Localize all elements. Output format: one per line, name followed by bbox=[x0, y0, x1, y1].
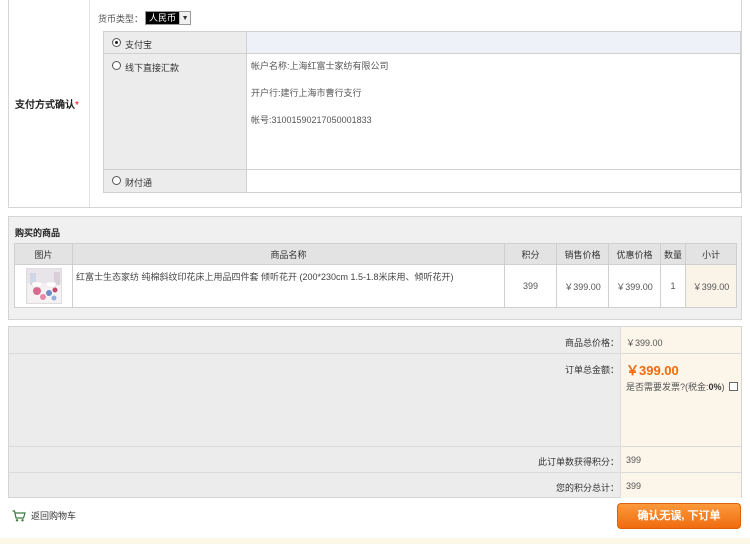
product-name[interactable]: 红富士生态家纺 纯棉斜纹印花床上用品四件套 倾听花开 (200*230cm 1.… bbox=[72, 264, 505, 308]
col-header-image: 图片 bbox=[14, 243, 73, 265]
earned-points-row: 此订单数获得积分： 399 bbox=[9, 447, 741, 473]
payment-option-cell: 支付宝 bbox=[104, 32, 247, 53]
order-total-row: 订单总金额： ￥399.00 是否需要发票?(税金: 0%) bbox=[9, 354, 741, 447]
payment-method-body: 货币类型： 人民币 ▼ 支付宝 线下直接汇款 帐户名称:上海红富士家纺有限公司 … bbox=[89, 0, 741, 207]
currency-select[interactable]: 人民币 ▼ bbox=[145, 11, 192, 25]
goods-table: 图片 商品名称 积分 销售价格 优惠价格 数量 小计 红富士生态家纺 纯棉斜纹印… bbox=[14, 243, 737, 308]
order-totals-section: 商品总价格： ￥399.00 订单总金额： ￥399.00 是否需要发票?(税金… bbox=[8, 326, 742, 498]
payment-option-cell: 财付通 bbox=[104, 170, 247, 192]
currency-label: 货币类型： bbox=[98, 13, 144, 24]
radio-tenpay[interactable] bbox=[112, 176, 121, 185]
order-total-value: ￥399.00 bbox=[626, 363, 679, 378]
table-row: 红富士生态家纺 纯棉斜纹印花床上用品四件套 倾听花开 (200*230cm 1.… bbox=[14, 264, 737, 308]
invoice-label-end: ) bbox=[721, 381, 725, 392]
required-mark: * bbox=[75, 100, 79, 111]
order-total-label: 订单总金额： bbox=[564, 365, 619, 375]
bank-account-number: 帐号:31001590217050001833 bbox=[251, 115, 372, 125]
radio-alipay[interactable] bbox=[112, 38, 121, 47]
earned-points-cell: 399 bbox=[620, 447, 741, 472]
invoice-option: 是否需要发票?(税金: 0%) bbox=[626, 380, 738, 393]
chevron-down-icon: ▼ bbox=[179, 12, 191, 24]
currency-value: 人民币 bbox=[146, 12, 180, 24]
product-points: 399 bbox=[504, 264, 557, 308]
goods-table-header: 图片 商品名称 积分 销售价格 优惠价格 数量 小计 bbox=[14, 243, 737, 265]
goods-section-title: 购买的商品 bbox=[15, 228, 61, 238]
goods-total-label: 商品总价格： bbox=[564, 338, 619, 348]
currency-row: 货币类型： 人民币 ▼ bbox=[98, 11, 192, 25]
payment-method-label: 支付方式确认* bbox=[15, 96, 79, 111]
goods-total-value: ￥399.00 bbox=[626, 338, 663, 348]
goods-total-cell: ￥399.00 bbox=[620, 327, 741, 353]
total-points-value: 399 bbox=[626, 481, 642, 491]
payment-option-detail bbox=[247, 32, 740, 53]
payment-option-detail bbox=[247, 170, 740, 192]
earned-points-label: 此订单数获得积分： bbox=[537, 457, 619, 467]
col-header-price: 销售价格 bbox=[556, 243, 609, 265]
col-header-points: 积分 bbox=[504, 243, 557, 265]
earned-points-value: 399 bbox=[626, 455, 642, 465]
product-image bbox=[26, 269, 61, 302]
payment-option-tenpay[interactable]: 财付通 bbox=[104, 170, 740, 192]
col-header-discount: 优惠价格 bbox=[608, 243, 661, 265]
total-points-row: 您的积分总计： 399 bbox=[9, 473, 741, 498]
back-to-cart-label: 返回购物车 bbox=[31, 511, 77, 521]
product-qty: 1 bbox=[660, 264, 686, 308]
cart-icon bbox=[12, 509, 26, 521]
product-subtotal: ￥399.00 bbox=[685, 264, 737, 308]
col-header-name: 商品名称 bbox=[72, 243, 505, 265]
payment-option-label: 财付通 bbox=[125, 178, 153, 188]
payment-option-label: 支付宝 bbox=[125, 40, 153, 50]
purchased-goods-section: 购买的商品 图片 商品名称 积分 销售价格 优惠价格 数量 小计 红富士生态家纺… bbox=[8, 216, 742, 320]
bottom-strip bbox=[0, 538, 750, 544]
payment-option-alipay[interactable]: 支付宝 bbox=[104, 32, 740, 54]
product-discount-price: ￥399.00 bbox=[608, 264, 661, 308]
total-points-label: 您的积分总计： bbox=[555, 483, 619, 493]
bank-name: 开户行:建行上海市曹行支行 bbox=[251, 88, 362, 98]
payment-option-offline[interactable]: 线下直接汇款 帐户名称:上海红富士家纺有限公司 开户行:建行上海市曹行支行 帐号… bbox=[104, 54, 740, 170]
product-price: ￥399.00 bbox=[556, 264, 609, 308]
product-thumbnail[interactable] bbox=[25, 268, 62, 304]
invoice-tax-rate: 0% bbox=[708, 381, 722, 392]
payment-method-section: 支付方式确认* 货币类型： 人民币 ▼ 支付宝 线下直接汇款 帐户名称:上海红富… bbox=[8, 0, 742, 208]
payment-method-label-text: 支付方式确认 bbox=[15, 100, 75, 111]
radio-offline[interactable] bbox=[112, 61, 121, 70]
back-to-cart-link[interactable]: 返回购物车 bbox=[12, 509, 76, 522]
payment-method-table: 支付宝 线下直接汇款 帐户名称:上海红富士家纺有限公司 开户行:建行上海市曹行支… bbox=[103, 31, 741, 193]
col-header-qty: 数量 bbox=[660, 243, 686, 265]
payment-option-label: 线下直接汇款 bbox=[125, 63, 180, 73]
total-points-cell: 399 bbox=[620, 473, 741, 498]
col-header-subtotal: 小计 bbox=[685, 243, 737, 265]
order-total-cell: ￥399.00 是否需要发票?(税金: 0%) bbox=[620, 354, 741, 446]
payment-option-cell: 线下直接汇款 bbox=[104, 54, 247, 169]
bank-info: 帐户名称:上海红富士家纺有限公司 开户行:建行上海市曹行支行 帐号:310015… bbox=[247, 54, 740, 169]
product-image-cell bbox=[14, 264, 73, 308]
place-order-button[interactable]: 确认无误, 下订单 bbox=[617, 503, 741, 529]
goods-total-row: 商品总价格： ￥399.00 bbox=[9, 327, 741, 354]
invoice-label: 是否需要发票?(税金: bbox=[626, 382, 709, 392]
bank-account-name: 帐户名称:上海红富士家纺有限公司 bbox=[251, 61, 389, 71]
invoice-checkbox[interactable] bbox=[728, 382, 738, 391]
